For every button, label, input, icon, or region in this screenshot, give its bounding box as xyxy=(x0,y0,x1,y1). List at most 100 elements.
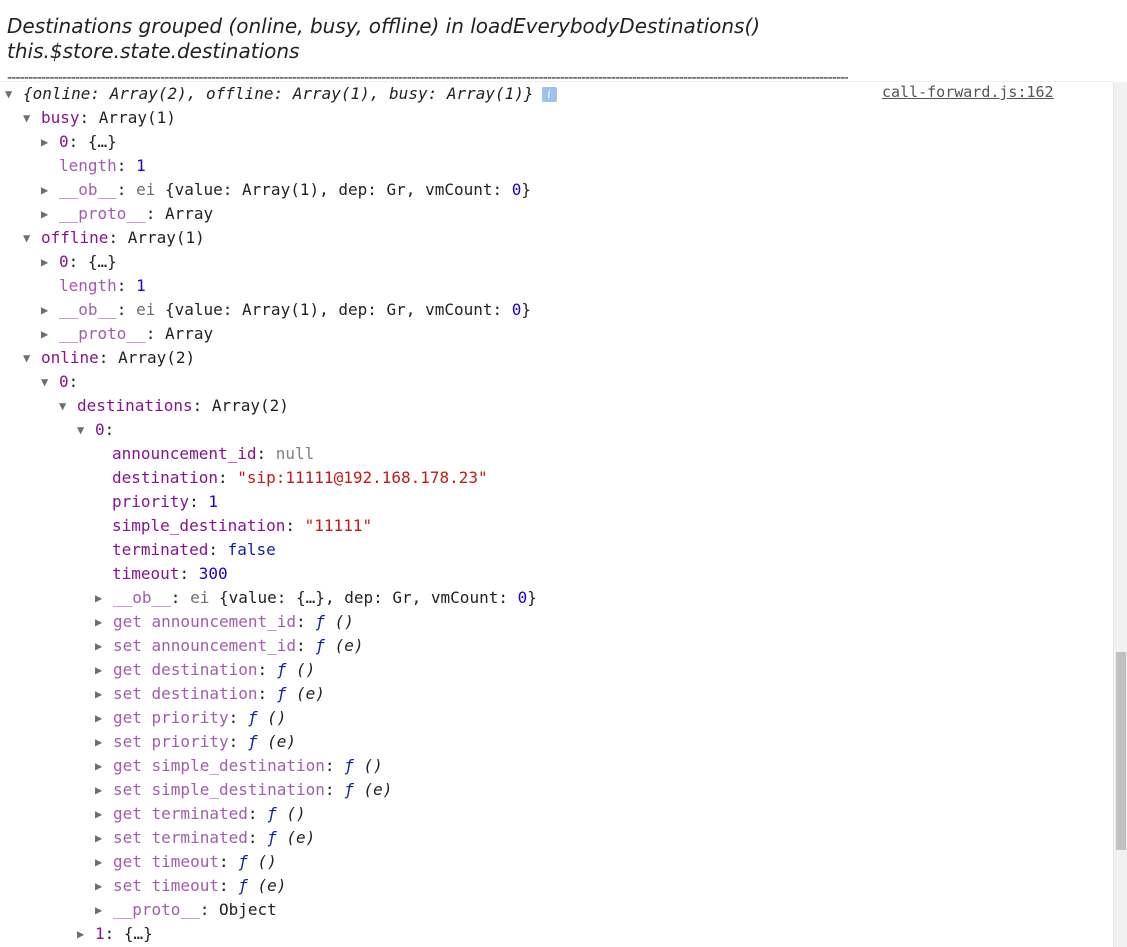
tree-node-busy-ob[interactable]: ▶ __ob__: ei {value: Array(1), dep: Gr, v… xyxy=(41,178,531,202)
property-key: 0 xyxy=(59,252,69,271)
tree-node-accessor[interactable]: ▶ set timeout: ƒ (e) xyxy=(95,874,286,898)
property-key: busy xyxy=(41,108,80,127)
accessor-key: get announcement_id xyxy=(113,612,297,631)
tree-node-destinations[interactable]: ▼ destinations: Array(2) xyxy=(59,394,289,418)
accessor-key: set announcement_id xyxy=(113,636,297,655)
field-terminated: terminated: false xyxy=(112,540,276,559)
scrollbar-thumb[interactable] xyxy=(1116,652,1126,850)
triangle-right-icon[interactable]: ▶ xyxy=(41,250,59,274)
triangle-down-icon[interactable]: ▼ xyxy=(5,82,23,106)
tree-node-accessor[interactable]: ▶ get priority: ƒ () xyxy=(95,706,286,730)
triangle-right-icon[interactable]: ▶ xyxy=(41,322,59,346)
property-value: Array xyxy=(164,204,214,223)
triangle-right-icon[interactable]: ▶ xyxy=(95,826,113,850)
triangle-right-icon[interactable]: ▶ xyxy=(95,802,113,826)
tree-node-offline-ob[interactable]: ▶ __ob__: ei {value: Array(1), dep: Gr, v… xyxy=(41,298,531,322)
triangle-right-icon[interactable]: ▶ xyxy=(77,922,95,946)
tree-root[interactable]: ▼ {online: Array(2), offline: Array(1), b… xyxy=(5,82,557,106)
property-key: 0 xyxy=(95,420,105,439)
source-link[interactable]: call-forward.js:162 xyxy=(882,82,1054,102)
function-symbol: ƒ xyxy=(315,636,325,655)
property-value: Array(1) xyxy=(127,228,205,247)
triangle-right-icon[interactable]: ▶ xyxy=(41,130,59,154)
tree-node-destination-0-proto[interactable]: ▶ __proto__: Object xyxy=(95,898,277,922)
property-key: __proto__ xyxy=(59,324,146,343)
tree-node-destination-0-ob[interactable]: ▶ __ob__: ei {value: {…}, dep: Gr, vmCoun… xyxy=(95,586,537,610)
vertical-scrollbar[interactable] xyxy=(1113,82,1127,947)
tree-node-offline-proto[interactable]: ▶ __proto__: Array xyxy=(41,322,213,346)
tree-node-online[interactable]: ▼ online: Array(2) xyxy=(23,346,195,370)
tree-node-online-0[interactable]: ▼ 0: xyxy=(41,370,78,394)
property-key: length xyxy=(59,276,117,295)
property-value: 1 xyxy=(136,156,146,175)
triangle-right-icon[interactable]: ▶ xyxy=(95,658,113,682)
accessor-key: set terminated xyxy=(113,828,248,847)
tree-node-busy-length: length: 1 xyxy=(59,156,146,175)
function-args: () xyxy=(257,708,287,727)
tree-node-accessor[interactable]: ▶ get destination: ƒ () xyxy=(95,658,315,682)
triangle-down-icon[interactable]: ▼ xyxy=(41,370,59,394)
function-symbol: ƒ xyxy=(267,804,277,823)
tree-node-accessor[interactable]: ▶ get simple_destination: ƒ () xyxy=(95,754,383,778)
accessor-key: set timeout xyxy=(113,876,219,895)
triangle-right-icon[interactable]: ▶ xyxy=(95,634,113,658)
triangle-right-icon[interactable]: ▶ xyxy=(95,874,113,898)
triangle-right-icon[interactable]: ▶ xyxy=(95,730,113,754)
tree-node-busy-0[interactable]: ▶ 0: {…} xyxy=(41,130,117,154)
tree-node-destination-0[interactable]: ▼ 0: xyxy=(77,418,114,442)
function-args: (e) xyxy=(286,684,325,703)
tree-node-accessor[interactable]: ▶ set simple_destination: ƒ (e) xyxy=(95,778,392,802)
triangle-down-icon[interactable]: ▼ xyxy=(59,394,77,418)
triangle-right-icon[interactable]: ▶ xyxy=(95,778,113,802)
tree-node-destination-1[interactable]: ▶ 1: {…} xyxy=(77,922,153,946)
accessor-key: get priority xyxy=(113,708,229,727)
property-value: Object xyxy=(218,900,277,919)
triangle-right-icon[interactable]: ▶ xyxy=(95,682,113,706)
triangle-right-icon[interactable]: ▶ xyxy=(95,610,113,634)
triangle-right-icon[interactable]: ▶ xyxy=(95,850,113,874)
tree-node-accessor[interactable]: ▶ set terminated: ƒ (e) xyxy=(95,826,315,850)
tree-node-offline[interactable]: ▼ offline: Array(1) xyxy=(23,226,205,250)
triangle-right-icon[interactable]: ▶ xyxy=(95,586,113,610)
function-symbol: ƒ xyxy=(238,876,248,895)
triangle-down-icon[interactable]: ▼ xyxy=(23,226,41,250)
property-value: Array xyxy=(164,324,214,343)
tree-node-accessor[interactable]: ▶ get terminated: ƒ () xyxy=(95,802,306,826)
tree-node-busy-proto[interactable]: ▶ __proto__: Array xyxy=(41,202,213,226)
triangle-right-icon[interactable]: ▶ xyxy=(95,898,113,922)
scroll-corner xyxy=(1113,0,1127,82)
field-simple-destination: simple_destination: "11111" xyxy=(112,516,373,535)
property-value: 1 xyxy=(136,276,146,295)
triangle-right-icon[interactable]: ▶ xyxy=(95,706,113,730)
separator-dashes-top: ----------------------------------------… xyxy=(7,0,848,6)
info-icon[interactable]: i xyxy=(541,87,557,102)
triangle-down-icon[interactable]: ▼ xyxy=(77,418,95,442)
tree-node-accessor[interactable]: ▶ set destination: ƒ (e) xyxy=(95,682,325,706)
tree-node-accessor[interactable]: ▶ get announcement_id: ƒ () xyxy=(95,610,354,634)
tree-node-accessor[interactable]: ▶ set announcement_id: ƒ (e) xyxy=(95,634,363,658)
tree-node-accessor[interactable]: ▶ set priority: ƒ (e) xyxy=(95,730,296,754)
triangle-right-icon[interactable]: ▶ xyxy=(41,178,59,202)
tree-node-accessor[interactable]: ▶ get timeout: ƒ () xyxy=(95,850,277,874)
function-symbol: ƒ xyxy=(247,708,258,727)
property-value: Array(1) xyxy=(98,108,176,127)
tree-node-offline-0[interactable]: ▶ 0: {…} xyxy=(41,250,117,274)
triangle-right-icon[interactable]: ▶ xyxy=(41,298,59,322)
triangle-down-icon[interactable]: ▼ xyxy=(23,106,41,130)
accessor-key: set destination xyxy=(113,684,258,703)
property-value: {…} xyxy=(87,252,117,271)
property-value: {…} xyxy=(87,132,117,151)
function-args: (e) xyxy=(324,636,364,655)
triangle-down-icon[interactable]: ▼ xyxy=(23,346,41,370)
triangle-right-icon[interactable]: ▶ xyxy=(95,754,113,778)
tree-node-busy[interactable]: ▼ busy: Array(1) xyxy=(23,106,176,130)
accessor-key: set simple_destination xyxy=(113,780,325,799)
property-key: __ob__ xyxy=(59,300,117,319)
triangle-right-icon[interactable]: ▶ xyxy=(41,202,59,226)
function-symbol: ƒ xyxy=(267,828,277,847)
log-message-line-2: this.$store.state.destinations xyxy=(7,39,300,63)
property-key: __ob__ xyxy=(113,588,171,607)
property-key: destinations xyxy=(77,396,193,415)
function-symbol: ƒ xyxy=(315,612,325,631)
field-priority: priority: 1 xyxy=(112,492,218,511)
